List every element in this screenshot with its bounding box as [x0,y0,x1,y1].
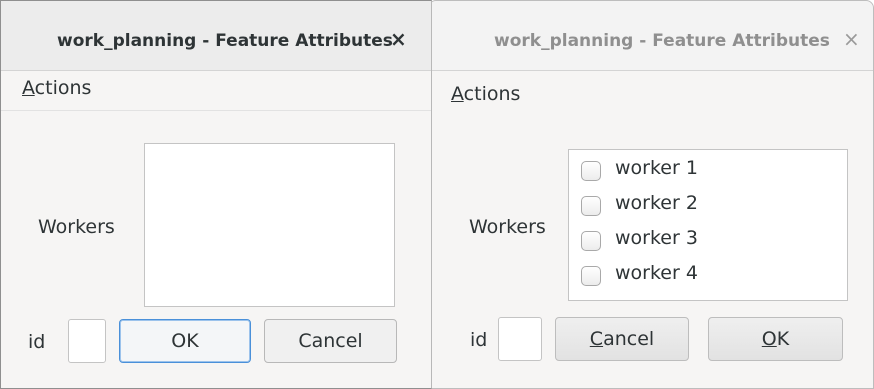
titlebar[interactable]: work_planning - Feature Attributes × [1,1,431,71]
close-icon[interactable]: × [843,27,860,51]
menubar: Actions [429,71,873,121]
feature-attributes-window-inactive: work_planning - Feature Attributes × Act… [428,0,874,389]
ok-label: K [776,328,790,350]
window-title: work_planning - Feature Attributes [57,31,393,51]
workers-label: Workers [469,216,546,238]
checkbox[interactable] [581,161,601,181]
worker-label: worker 2 [615,192,698,214]
menu-actions[interactable]: Actions [22,77,91,99]
worker-label: worker 4 [615,262,698,284]
ok-button[interactable]: OK [708,317,843,361]
menu-actions-accel: A [22,77,35,99]
workers-list[interactable]: worker 1 worker 2 worker 3 worker 4 [568,149,848,301]
workers-label: Workers [38,216,115,238]
menubar: Actions [1,71,431,111]
workers-list[interactable] [144,143,395,307]
ok-accel: O [761,328,777,350]
cancel-button[interactable]: Cancel [264,319,397,363]
menu-actions-label: ctions [463,83,521,105]
cancel-accel: C [589,328,604,350]
worker-label: worker 1 [615,157,698,179]
id-field[interactable] [498,317,542,361]
ok-button[interactable]: OK [119,319,251,363]
titlebar[interactable]: work_planning - Feature Attributes × [429,1,873,71]
checkbox[interactable] [581,266,601,286]
id-field[interactable] [68,319,106,363]
cancel-label: ancel [603,328,655,350]
checkbox[interactable] [581,196,601,216]
menu-actions-label: ctions [34,77,92,99]
id-label: id [28,331,46,353]
worker-label: worker 3 [615,227,698,249]
menu-actions[interactable]: Actions [451,83,520,105]
id-label: id [470,329,488,351]
cancel-button[interactable]: Cancel [555,317,689,361]
window-title: work_planning - Feature Attributes [494,31,830,51]
close-icon[interactable]: × [390,27,407,51]
feature-attributes-window-active: work_planning - Feature Attributes × Act… [0,0,432,389]
menu-actions-accel: A [451,83,464,105]
checkbox[interactable] [581,231,601,251]
